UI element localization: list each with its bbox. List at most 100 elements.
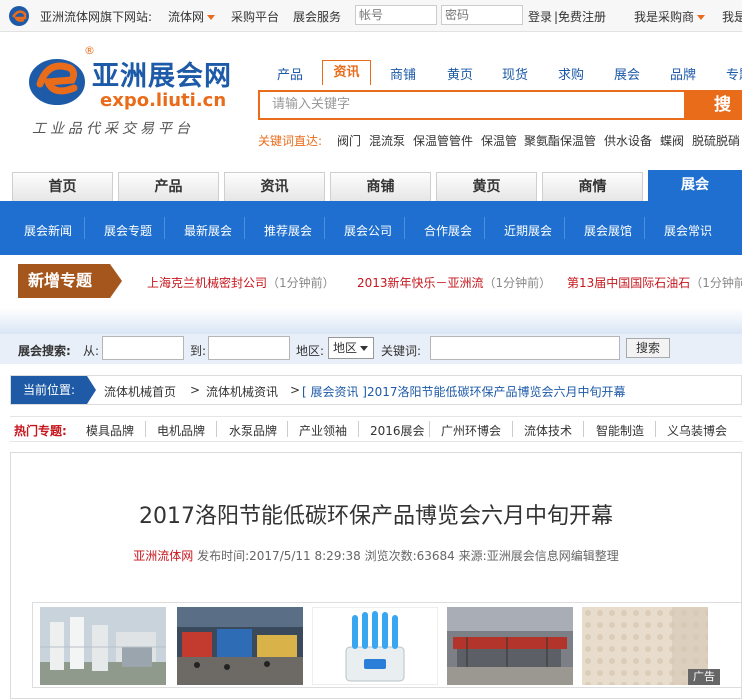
publish-label: 发布时间: bbox=[197, 549, 250, 563]
subnav-recommended-expo[interactable]: 推荐展会 bbox=[264, 222, 312, 239]
search-tab-brand[interactable]: 品牌 bbox=[670, 64, 696, 83]
hot-topic-link[interactable]: 模具品牌 bbox=[86, 422, 134, 439]
site-select[interactable]: 流体网 bbox=[168, 8, 216, 25]
login-link[interactable]: 登录 bbox=[528, 8, 552, 25]
divider bbox=[644, 217, 645, 239]
nav-tab-product[interactable]: 产品 bbox=[118, 172, 219, 201]
password-input[interactable] bbox=[441, 5, 523, 25]
search-button[interactable]: 搜索 bbox=[684, 90, 742, 120]
new-topic-item[interactable]: 第13届中国国际石油石（1分钟前） bbox=[567, 274, 742, 291]
new-topic-title[interactable]: 上海克兰机械密封公司 bbox=[147, 276, 267, 290]
search-tab-product[interactable]: 产品 bbox=[277, 64, 303, 83]
hot-topic-link[interactable]: 智能制造 bbox=[596, 422, 644, 439]
link-purchase-platform[interactable]: 采购平台 bbox=[231, 8, 279, 25]
from-label: 从: bbox=[83, 344, 100, 358]
keyword-link[interactable]: 脱硫脱硝 bbox=[692, 132, 740, 149]
buyer-menu-label: 我是采购商 bbox=[634, 10, 695, 24]
link-expo-service[interactable]: 展会服务 bbox=[293, 8, 341, 25]
divider bbox=[484, 217, 485, 239]
subnav-upcoming-expo[interactable]: 近期展会 bbox=[504, 222, 552, 239]
divider bbox=[244, 217, 245, 239]
views-count: 63684 bbox=[416, 549, 455, 563]
search-tab-stock[interactable]: 现货 bbox=[502, 64, 528, 83]
subnav-expo-topics[interactable]: 展会专题 bbox=[104, 222, 152, 239]
keyword-link[interactable]: 聚氨酯保温管 bbox=[524, 132, 596, 149]
divider bbox=[583, 421, 584, 437]
keyword-link[interactable]: 混流泵 bbox=[369, 132, 405, 149]
register-link[interactable]: |免费注册 bbox=[554, 8, 606, 25]
nav-tab-market[interactable]: 商情 bbox=[542, 172, 643, 201]
keyword-input[interactable] bbox=[430, 336, 620, 360]
new-topic-title[interactable]: 第13届中国国际石油石 bbox=[567, 276, 690, 290]
subnav-expo-company[interactable]: 展会公司 bbox=[344, 222, 392, 239]
new-topic-time: （1分钟前） bbox=[267, 276, 335, 290]
subnav-latest-expo[interactable]: 最新展会 bbox=[184, 222, 232, 239]
divider bbox=[655, 421, 656, 437]
buyer-menu[interactable]: 我是采购商 bbox=[634, 8, 706, 25]
badge-arrow bbox=[110, 264, 122, 298]
breadcrumb-news[interactable]: 流体机械资讯 bbox=[206, 383, 278, 400]
nav-tab-news[interactable]: 资讯 bbox=[224, 172, 325, 201]
hot-topic-link[interactable]: 流体技术 bbox=[524, 422, 572, 439]
expo-search-button[interactable]: 搜索 bbox=[626, 338, 670, 358]
keyword-link[interactable]: 蝶阀 bbox=[660, 132, 684, 149]
keyword-link[interactable]: 保温管 bbox=[481, 132, 517, 149]
breadcrumb-sep: > bbox=[290, 383, 301, 397]
ad-image-industrial-equipment[interactable] bbox=[40, 607, 166, 685]
nav-tab-home[interactable]: 首页 bbox=[12, 172, 113, 201]
search-tab-topic[interactable]: 专题 bbox=[726, 64, 742, 83]
new-topic-item[interactable]: 上海克兰机械密封公司（1分钟前） bbox=[147, 274, 335, 291]
hot-topic-link[interactable]: 水泵品牌 bbox=[229, 422, 277, 439]
hot-topic-link[interactable]: 产业领袖 bbox=[299, 422, 347, 439]
nav-tab-shop[interactable]: 商铺 bbox=[330, 172, 431, 201]
subnav-expo-news[interactable]: 展会新闻 bbox=[24, 222, 72, 239]
hot-topic-link[interactable]: 义乌装博会 bbox=[667, 422, 727, 439]
decor-band bbox=[0, 308, 742, 334]
search-tab-shop[interactable]: 商铺 bbox=[390, 64, 416, 83]
breadcrumb-home[interactable]: 流体机械首页 bbox=[104, 383, 176, 400]
breadcrumb-sep: > bbox=[190, 383, 201, 397]
to-date-input[interactable] bbox=[208, 336, 290, 360]
subnav-partner-expo[interactable]: 合作展会 bbox=[424, 222, 472, 239]
hot-topic-link[interactable]: 电机品牌 bbox=[157, 422, 205, 439]
search-tab-news[interactable]: 资讯 bbox=[322, 60, 371, 85]
new-topic-item[interactable]: 2013新年快乐－亚洲流（1分钟前） bbox=[357, 274, 551, 291]
region-select[interactable]: 地区 bbox=[328, 337, 374, 359]
search-input[interactable]: 请输入关键字 bbox=[258, 90, 688, 120]
hot-topic-link[interactable]: 2016展会 bbox=[370, 422, 425, 439]
keyword-link[interactable]: 供水设备 bbox=[604, 132, 652, 149]
subnav-expo-knowledge[interactable]: 展会常识 bbox=[664, 222, 712, 239]
chevron-down-icon bbox=[207, 15, 216, 20]
search-tab-purchase[interactable]: 求购 bbox=[558, 64, 584, 83]
from-date-input[interactable] bbox=[102, 336, 184, 360]
new-topic-title[interactable]: 2013新年快乐－亚洲流 bbox=[357, 276, 484, 290]
ad-image-product-device[interactable] bbox=[312, 607, 438, 685]
keyword-link[interactable]: 保温管管件 bbox=[413, 132, 473, 149]
chevron-down-icon bbox=[697, 15, 706, 20]
top-bar: 亚洲流体网旗下网站: 流体网 采购平台 展会服务 登录 |免费注册 我是采购商 … bbox=[0, 0, 742, 32]
article-source-site[interactable]: 亚洲流体网 bbox=[133, 549, 193, 563]
subnav-expo-venue[interactable]: 展会展馆 bbox=[584, 222, 632, 239]
search-tab-yellowpages[interactable]: 黄页 bbox=[447, 64, 473, 83]
region-select-value: 地区 bbox=[333, 341, 358, 355]
divider bbox=[145, 421, 146, 437]
ad-image-factory-machinery[interactable] bbox=[447, 607, 573, 685]
site-select-value: 流体网 bbox=[168, 10, 205, 24]
views-label: 浏览次数: bbox=[364, 549, 417, 563]
breadcrumb-arrow bbox=[87, 376, 96, 404]
seller-menu[interactable]: 我是 bbox=[722, 8, 742, 25]
sub-nav: 展会新闻 展会专题 最新展会 推荐展会 展会公司 合作展会 近期展会 展会展馆 … bbox=[0, 201, 742, 255]
brand-url: expo.liuti.cn bbox=[100, 90, 227, 111]
nav-tab-expo[interactable]: 展会 bbox=[648, 170, 742, 201]
account-input[interactable] bbox=[355, 5, 437, 25]
keyword-link[interactable]: 阀门 bbox=[337, 132, 361, 149]
ad-image-exhibition-hall[interactable] bbox=[177, 607, 303, 685]
new-topic-time: （1分钟前） bbox=[483, 276, 552, 290]
hot-topic-link[interactable]: 广州环博会 bbox=[441, 422, 501, 439]
divider bbox=[358, 421, 359, 437]
nav-tab-yellowpages[interactable]: 黄页 bbox=[436, 172, 537, 201]
divider bbox=[564, 217, 565, 239]
article-meta: 亚洲流体网 发布时间:2017/5/11 8:29:38 浏览次数:63684 … bbox=[0, 547, 742, 564]
search-tab-expo[interactable]: 展会 bbox=[614, 64, 640, 83]
breadcrumb-current[interactable]: [ 展会资讯 ]2017洛阳节能低碳环保产品博览会六月中旬开幕 bbox=[302, 383, 626, 400]
